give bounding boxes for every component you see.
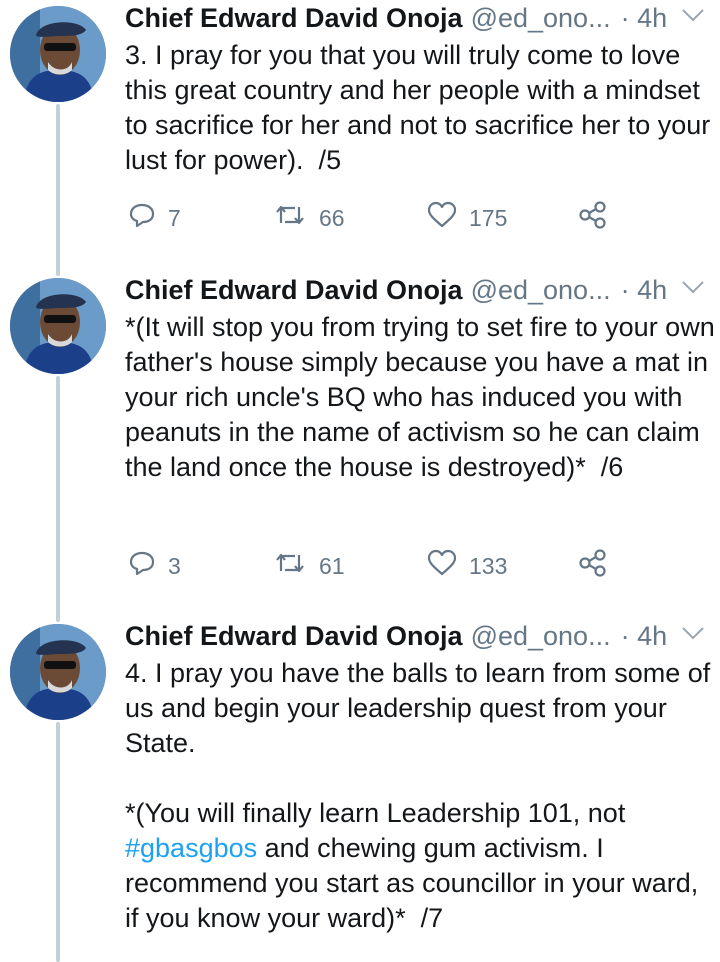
retweet-count: 66 <box>319 204 345 231</box>
like-icon <box>427 201 469 235</box>
tweet-text: *(It will stop you from trying to set fi… <box>125 312 715 482</box>
tweet-text-part: 4. I pray you have the balls to learn fr… <box>125 658 711 828</box>
author-handle[interactable]: @ed_ono... <box>471 3 611 34</box>
timestamp[interactable]: · 4h <box>621 275 668 306</box>
retweet-button[interactable]: 66 <box>273 198 345 238</box>
tweet[interactable]: Chief Edward David Onoja @ed_ono... · 4h… <box>0 0 720 262</box>
tweet-text: 4. I pray you have the balls to learn fr… <box>125 656 715 936</box>
chevron-down-icon[interactable] <box>680 6 706 29</box>
chevron-down-icon[interactable] <box>680 278 706 301</box>
retweet-count: 61 <box>319 552 345 579</box>
timestamp[interactable]: · 4h <box>621 3 668 34</box>
timestamp[interactable]: · 4h <box>621 621 668 652</box>
tweet-header: Chief Edward David Onoja @ed_ono... · 4h <box>125 0 667 36</box>
share-icon <box>578 200 620 236</box>
reply-button[interactable]: 7 <box>128 198 181 238</box>
share-icon <box>578 548 620 584</box>
share-button[interactable] <box>578 198 620 238</box>
avatar[interactable] <box>10 624 106 720</box>
retweet-icon <box>273 201 319 235</box>
hashtag-link[interactable]: #gbasgbos <box>125 833 257 863</box>
author-name[interactable]: Chief Edward David Onoja <box>125 3 463 34</box>
author-handle[interactable]: @ed_ono... <box>471 275 611 306</box>
retweet-button[interactable]: 61 <box>273 546 345 586</box>
tweet-actions: 3 61 133 <box>125 546 625 586</box>
tweet-header: Chief Edward David Onoja @ed_ono... · 4h <box>125 618 667 654</box>
like-count: 133 <box>469 552 508 579</box>
chevron-down-icon[interactable] <box>680 624 706 647</box>
reply-count: 7 <box>168 204 181 231</box>
tweet-header: Chief Edward David Onoja @ed_ono... · 4h <box>125 272 667 308</box>
share-button[interactable] <box>578 546 620 586</box>
tweet[interactable]: Chief Edward David Onoja @ed_ono... · 4h… <box>0 272 720 606</box>
reply-icon <box>128 549 168 583</box>
like-button[interactable]: 133 <box>427 546 507 586</box>
tweet-actions: 7 66 175 <box>125 198 625 238</box>
reply-icon <box>128 201 168 235</box>
avatar[interactable] <box>10 278 106 374</box>
retweet-icon <box>273 549 319 583</box>
tweet[interactable]: Chief Edward David Onoja @ed_ono... · 4h… <box>0 618 720 962</box>
author-name[interactable]: Chief Edward David Onoja <box>125 275 463 306</box>
avatar[interactable] <box>10 6 106 102</box>
like-count: 175 <box>469 204 508 231</box>
reply-count: 3 <box>168 552 181 579</box>
like-button[interactable]: 175 <box>427 198 507 238</box>
reply-button[interactable]: 3 <box>128 546 181 586</box>
tweet-text: 3. I pray for you that you will truly co… <box>125 40 718 175</box>
author-handle[interactable]: @ed_ono... <box>471 621 611 652</box>
author-name[interactable]: Chief Edward David Onoja <box>125 621 463 652</box>
like-icon <box>427 549 469 583</box>
